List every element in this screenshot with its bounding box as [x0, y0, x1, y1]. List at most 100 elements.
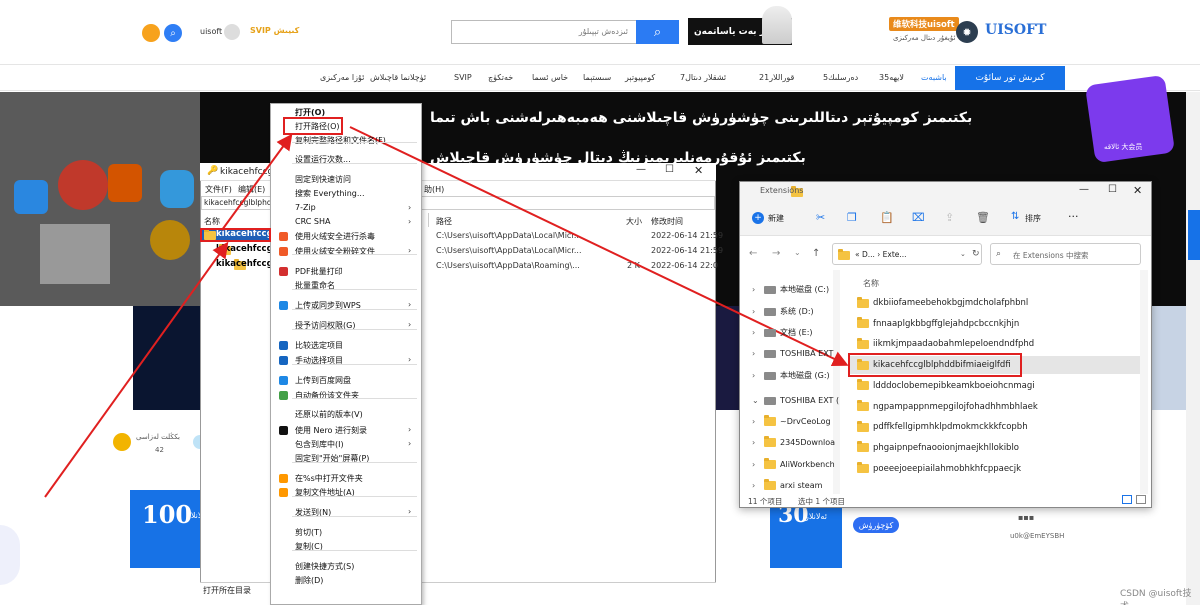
- chevron-icon[interactable]: ›: [752, 285, 755, 294]
- folder-icon: [857, 462, 869, 474]
- sidebar-item-label: TOSHIBA EXT (: [780, 396, 840, 405]
- context-menu-item[interactable]: 复制完整路径和文件名(F): [295, 135, 386, 146]
- list-item[interactable]: kikacehfccglblphddbifmiaeiglfdfi: [857, 358, 1011, 370]
- menu-item-icon: [279, 341, 288, 350]
- context-menu-item[interactable]: 使用火绒安全粉碎文件: [295, 246, 375, 257]
- folder-name: ldddoclobemepibkeamkboeiohcnmagi: [873, 380, 1035, 391]
- menu-separator: [292, 398, 417, 399]
- folder-icon: [764, 458, 776, 469]
- sidebar-item-label: 本地磁盘 (C:): [780, 285, 830, 294]
- context-menu-item[interactable]: 创建快捷方式(S): [295, 561, 354, 572]
- folder-icon: [857, 379, 869, 391]
- sidebar-item-label: TOSHIBA EXT: [780, 349, 834, 358]
- menu-separator: [292, 329, 417, 330]
- context-menu-item[interactable]: 还原以前的版本(V): [295, 409, 363, 420]
- list-item[interactable]: pdffkfellgipmhklpdmokmckkkfcopbh: [857, 420, 1028, 433]
- chevron-icon[interactable]: ›: [752, 438, 755, 447]
- sidebar-item-label: arxi steam: [780, 481, 823, 490]
- sidebar-item-label: ~DrvCeoLog: [780, 417, 831, 426]
- sidebar-item-label: 系统 (D:): [780, 307, 814, 316]
- context-menu-item[interactable]: PDF批量打印: [295, 266, 343, 277]
- sidebar-item[interactable]: › 2345Downloa: [752, 436, 836, 447]
- menu-item-icon: [279, 488, 288, 497]
- folder-icon: [764, 415, 776, 426]
- context-menu-item[interactable]: 搜索 Everything...: [295, 188, 364, 199]
- menu-separator: [292, 496, 417, 497]
- context-menu-item[interactable]: 上传到百度网盘: [295, 375, 351, 386]
- list-item[interactable]: iikmkjmpaadaobahmlepeloendndfphd: [857, 337, 1034, 349]
- sidebar-item[interactable]: › 系统 (D:): [752, 306, 814, 317]
- chevron-icon[interactable]: ⌄: [752, 396, 759, 405]
- chevron-icon[interactable]: ›: [752, 417, 755, 426]
- sidebar-item-label: AliWorkbench: [780, 460, 835, 469]
- folder-name: pdffkfellgipmhklpdmokmckkkfcopbh: [873, 422, 1028, 433]
- sidebar-item[interactable]: › 本地磁盘 (C:): [752, 284, 830, 295]
- context-menu-item[interactable]: 删除(D): [295, 575, 323, 586]
- drive-icon: [764, 285, 776, 294]
- sidebar-item[interactable]: › arxi steam: [752, 479, 823, 490]
- folder-icon: [857, 441, 869, 453]
- chevron-icon[interactable]: ›: [752, 307, 755, 316]
- drive-icon: [764, 328, 776, 337]
- sidebar-item[interactable]: ⌄ TOSHIBA EXT (: [752, 396, 840, 405]
- folder-icon: [857, 420, 869, 432]
- chevron-icon[interactable]: ›: [752, 328, 755, 337]
- sidebar-item-label: 文档 (E:): [780, 328, 813, 337]
- drive-icon: [764, 307, 776, 316]
- menu-separator: [292, 309, 417, 310]
- folder-icon: [764, 436, 776, 447]
- sidebar-item[interactable]: › ~DrvCeoLog: [752, 415, 831, 426]
- submenu-arrow-icon: ›: [408, 203, 412, 212]
- list-item[interactable]: phgaipnpefnaooionjmaejkhllokiblo: [857, 441, 1020, 453]
- chevron-icon[interactable]: ›: [752, 460, 755, 469]
- menu-item-icon: [279, 376, 288, 385]
- chevron-icon[interactable]: ›: [752, 349, 755, 358]
- drive-icon: [764, 371, 776, 380]
- folder-icon: [857, 358, 869, 370]
- list-item[interactable]: fnnaaplgkbbgffglejahdpcbccnkjhjn: [857, 317, 1020, 329]
- menu-item-icon: [279, 356, 288, 365]
- menu-item-icon: [279, 232, 288, 241]
- folder-icon: [857, 400, 869, 411]
- folder-name: ngpampappnmepgilojfohadhhmbhlaek: [873, 401, 1038, 412]
- submenu-arrow-icon: ›: [408, 425, 412, 434]
- list-item[interactable]: ngpampappnmepgilojfohadhhmbhlaek: [857, 400, 1038, 412]
- list-item[interactable]: poeeejoeepiailahmobhkhfcppaecjk: [857, 462, 1022, 474]
- context-menu-item[interactable]: 在%s中打开文件夹: [295, 473, 363, 484]
- context-menu-item[interactable]: 打开(O): [295, 107, 325, 118]
- context-menu-item[interactable]: 剪切(T): [295, 527, 322, 538]
- chevron-icon[interactable]: ›: [752, 481, 755, 490]
- sidebar-item-label: 2345Downloa: [780, 438, 836, 447]
- menu-separator: [292, 142, 417, 143]
- context-menu-item[interactable]: 使用 Nero 进行刻录: [295, 425, 367, 436]
- sidebar-item[interactable]: › AliWorkbench: [752, 458, 835, 469]
- context-menu-item[interactable]: 使用火绒安全进行杀毒: [295, 231, 375, 242]
- sidebar-item[interactable]: › 本地磁盘 (G:): [752, 370, 830, 381]
- folder-name: phgaipnpefnaooionjmaejkhllokiblo: [873, 442, 1020, 453]
- chevron-icon[interactable]: ›: [752, 371, 755, 380]
- drive-icon: [764, 396, 776, 405]
- drive-icon: [764, 349, 776, 358]
- list-item[interactable]: ldddoclobemepibkeamkboeiohcnmagi: [857, 379, 1035, 391]
- sidebar-item[interactable]: › TOSHIBA EXT: [752, 349, 834, 358]
- folder-name: fnnaaplgkbbgffglejahdpcbccnkjhjn: [873, 318, 1020, 329]
- folder-icon: [857, 337, 869, 349]
- menu-item-icon: [279, 426, 288, 435]
- context-menu-item[interactable]: 比较选定项目: [295, 340, 343, 351]
- context-menu-item[interactable]: 7-Zip: [295, 203, 316, 212]
- context-menu-item[interactable]: 固定到快速访问: [295, 174, 351, 185]
- menu-separator: [292, 289, 417, 290]
- page: ⌕ uisoft SVIP كىيىش ئىزدەش تېپىلۇر ⌕ تور…: [0, 0, 1200, 605]
- context-menu-item[interactable]: CRC SHA: [295, 217, 330, 226]
- folder-icon: [857, 296, 869, 308]
- context-menu-item[interactable]: 包含到库中(I): [295, 439, 344, 450]
- folder-icon: [857, 317, 869, 329]
- menu-separator: [292, 550, 417, 551]
- context-menu-item[interactable]: 自动备份该文件夹: [295, 390, 359, 401]
- folder-name: poeeejoeepiailahmobhkhfcppaecjk: [873, 463, 1022, 474]
- context-menu-item[interactable]: 打开路径(O): [295, 121, 340, 132]
- sidebar-item[interactable]: › 文档 (E:): [752, 327, 813, 338]
- submenu-arrow-icon: ›: [408, 507, 412, 516]
- list-item[interactable]: dkbiiofameebehokbgjmdcholafphbnl: [857, 296, 1028, 308]
- menu-item-icon: [279, 474, 288, 483]
